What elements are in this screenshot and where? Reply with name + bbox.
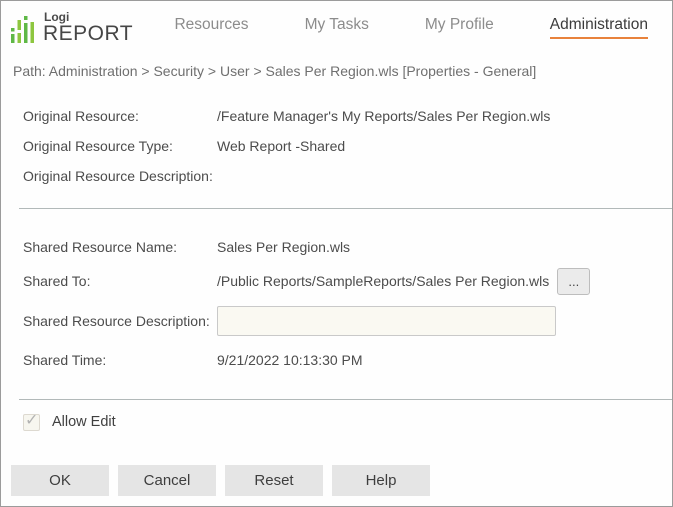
header: Logi REPORT Resources My Tasks My Profil… bbox=[1, 1, 672, 53]
original-resource-row: Original Resource: /Feature Manager's My… bbox=[1, 101, 672, 131]
original-resource-type-label: Original Resource Type: bbox=[23, 138, 173, 154]
original-resource-description-row: Original Resource Description: bbox=[1, 161, 672, 191]
original-resource-description-label: Original Resource Description: bbox=[23, 168, 213, 184]
shared-resource-name-row: Shared Resource Name: Sales Per Region.w… bbox=[1, 231, 672, 263]
original-resource-type-row: Original Resource Type: Web Report -Shar… bbox=[1, 131, 672, 161]
action-buttons: OK Cancel Reset Help bbox=[1, 465, 672, 496]
original-resource-type-value: Web Report -Shared bbox=[217, 138, 346, 154]
cancel-button[interactable]: Cancel bbox=[118, 465, 216, 496]
nav-item-my-profile[interactable]: My Profile bbox=[425, 16, 494, 39]
shared-resource-name-value: Sales Per Region.wls bbox=[217, 239, 351, 255]
shared-to-value: /Public Reports/SampleReports/Sales Per … bbox=[217, 273, 550, 289]
original-resource-label: Original Resource: bbox=[23, 108, 139, 124]
logo-word-report: REPORT bbox=[43, 21, 134, 45]
shared-time-value: 9/21/2022 10:13:30 PM bbox=[217, 352, 363, 368]
shared-resource-description-input[interactable] bbox=[217, 306, 556, 336]
section-divider bbox=[19, 399, 672, 400]
nav-item-my-tasks[interactable]: My Tasks bbox=[305, 16, 369, 39]
breadcrumb: Path: Administration > Security > User >… bbox=[13, 63, 537, 79]
browse-button[interactable]: ... bbox=[557, 267, 591, 295]
checkmark-icon: ✓ bbox=[25, 411, 39, 429]
reset-button[interactable]: Reset bbox=[225, 465, 323, 496]
logo-word-logi: Logi bbox=[44, 9, 70, 24]
allow-edit-checkbox[interactable]: ✓ bbox=[23, 412, 40, 431]
help-button[interactable]: Help bbox=[332, 465, 430, 496]
shared-resource-name-label: Shared Resource Name: bbox=[23, 239, 178, 255]
ok-button[interactable]: OK bbox=[11, 465, 109, 496]
main-nav: Resources My Tasks My Profile Administra… bbox=[174, 16, 648, 39]
shared-time-row: Shared Time: 9/21/2022 10:13:30 PM bbox=[1, 343, 672, 377]
allow-edit-row: ✓ Allow Edit bbox=[1, 410, 672, 434]
logo-text: Logi REPORT bbox=[43, 11, 133, 44]
nav-item-administration[interactable]: Administration bbox=[549, 16, 648, 39]
shared-time-label: Shared Time: bbox=[23, 352, 107, 368]
original-resource-value: /Feature Manager's My Reports/Sales Per … bbox=[217, 108, 551, 124]
properties-general-page: Logi REPORT Resources My Tasks My Profil… bbox=[0, 0, 673, 507]
original-resource-section: Original Resource: /Feature Manager's My… bbox=[1, 89, 672, 191]
shared-resource-description-label: Shared Resource Description: bbox=[23, 313, 210, 329]
allow-edit-label: Allow Edit bbox=[52, 414, 116, 430]
shared-to-label: Shared To: bbox=[23, 273, 91, 289]
logi-equalizer-icon bbox=[11, 15, 34, 43]
shared-to-row: Shared To: /Public Reports/SampleReports… bbox=[1, 263, 672, 299]
logi-report-logo[interactable]: Logi REPORT bbox=[11, 11, 133, 44]
shared-resource-section: Shared Resource Name: Sales Per Region.w… bbox=[1, 209, 672, 377]
nav-item-resources[interactable]: Resources bbox=[174, 16, 248, 39]
shared-resource-description-row: Shared Resource Description: bbox=[1, 299, 672, 343]
